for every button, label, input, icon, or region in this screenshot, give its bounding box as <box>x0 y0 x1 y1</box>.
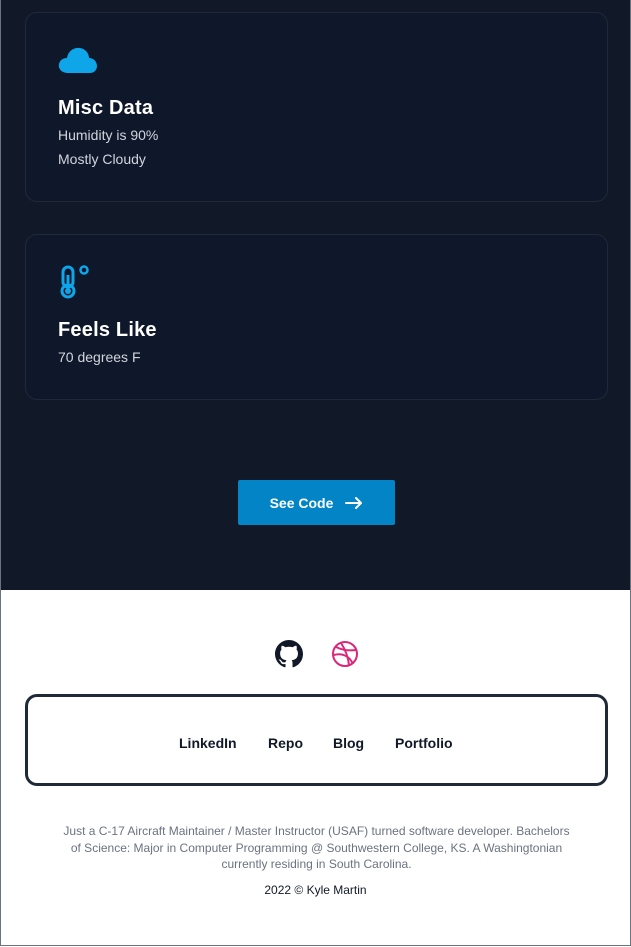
page-border <box>0 0 631 946</box>
